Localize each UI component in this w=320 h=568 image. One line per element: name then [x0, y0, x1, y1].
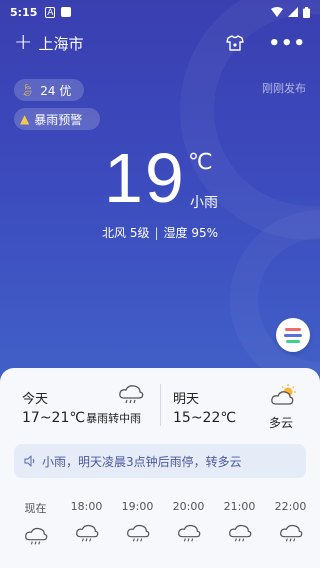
hour-time: 22:00: [274, 500, 307, 513]
floating-menu-button[interactable]: [276, 318, 310, 352]
top-bar: + 上海市 •••: [0, 28, 320, 58]
rain-cloud-icon: [228, 524, 251, 542]
info-separator: |: [154, 226, 159, 240]
current-condition: 小雨: [190, 195, 218, 211]
forecast-panel: 今天 17~21℃暴雨转中雨 明天 15~22℃ 多云 小雨，明天凌晨3点钟后雨…: [0, 368, 320, 568]
rain-cloud-icon: [119, 385, 144, 404]
fab-bar-red: [285, 327, 301, 331]
hour-time: 20:00: [172, 500, 205, 513]
partly-cloudy-icon: [271, 384, 296, 405]
weather-notice-bar[interactable]: 小雨，明天凌晨3点钟后雨停，转多云: [14, 444, 306, 478]
weather-alert-badge[interactable]: ▲ 暴雨预警: [14, 108, 100, 130]
tomorrow-condition: 多云: [269, 416, 294, 430]
leaf-icon: 🍃︎: [20, 83, 36, 97]
hourly-item: 21:00: [214, 500, 265, 546]
today-range: 17~21℃: [22, 410, 86, 426]
square-icon: [61, 7, 72, 17]
hourly-forecast[interactable]: 现在 18:00 19:00 20:00 21:00 22:00: [0, 500, 320, 546]
tomorrow-forecast[interactable]: 明天 15~22℃ 多云: [173, 384, 303, 430]
tomorrow-range: 15~22℃: [173, 410, 237, 426]
rain-cloud-icon: [24, 527, 47, 545]
alert-label: 暴雨预警: [34, 112, 83, 127]
add-city-button[interactable]: +: [14, 32, 32, 54]
hourly-item: 18:00: [61, 500, 112, 546]
hourly-item: 22:00: [265, 500, 316, 546]
status-time: 5:15: [10, 5, 38, 19]
fab-bar-green: [286, 339, 300, 343]
shirt-icon[interactable]: [226, 35, 245, 51]
forecast-divider: [160, 384, 161, 426]
hour-time: 现在: [24, 502, 47, 515]
temperature-unit: ℃: [188, 150, 213, 175]
status-bar: 5:15 A: [0, 0, 320, 24]
rain-cloud-icon: [177, 524, 200, 542]
today-condition: 暴雨转中雨: [86, 412, 142, 425]
more-menu-button[interactable]: •••: [268, 33, 306, 54]
notification-a-icon: A: [45, 6, 56, 18]
hourly-item: 19:00: [112, 500, 163, 546]
rain-cloud-icon: [75, 524, 98, 542]
notice-text: 小雨，明天凌晨3点钟后雨停，转多云: [42, 454, 242, 469]
aqi-value: 24 优: [40, 83, 72, 98]
speaker-icon: [24, 455, 35, 467]
fab-bar-blue: [284, 333, 302, 337]
rain-cloud-icon: [126, 524, 149, 542]
rain-cloud-icon: [279, 524, 302, 542]
signal-icon: [288, 7, 298, 17]
city-name[interactable]: 上海市: [38, 33, 83, 54]
wind-info: 北风 5级: [102, 226, 150, 240]
hourly-item: 现在: [10, 500, 61, 546]
published-time: 刚刚发布: [262, 82, 306, 95]
hour-time: 21:00: [223, 500, 256, 513]
humidity-info: 湿度 95%: [163, 226, 219, 240]
hourly-item: 20:00: [163, 500, 214, 546]
hour-time: 19:00: [121, 500, 154, 513]
current-temperature: 19: [104, 139, 186, 217]
wind-humidity: 北风 5级 | 湿度 95%: [0, 224, 320, 241]
wifi-icon: [271, 7, 283, 17]
today-forecast[interactable]: 今天 17~21℃暴雨转中雨: [22, 385, 150, 426]
hour-time: 18:00: [70, 500, 103, 513]
warning-icon: ▲: [20, 112, 30, 126]
aqi-badge[interactable]: 🍃︎ 24 优: [14, 79, 84, 101]
battery-icon: [303, 6, 310, 18]
